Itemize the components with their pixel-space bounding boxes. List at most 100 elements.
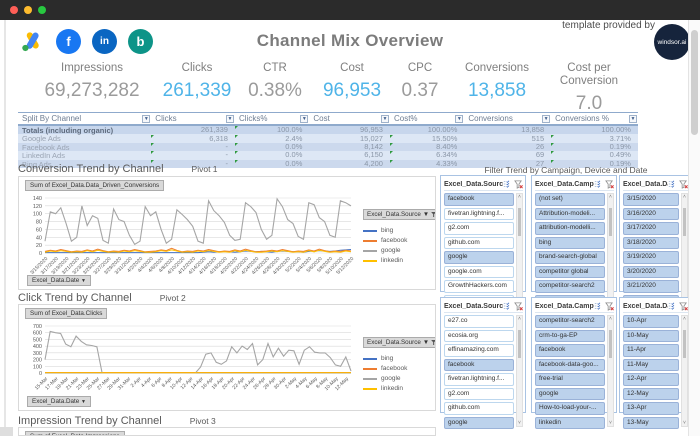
measure-field-button[interactable]: Sum of Excel_Data.Data_Driven_Conversion… — [25, 180, 165, 191]
slicer-item[interactable]: (not set) — [535, 193, 605, 206]
slicer-scroll-thumb[interactable] — [609, 330, 612, 358]
clear-filter-icon[interactable] — [605, 301, 614, 311]
clear-filter-icon[interactable] — [514, 179, 523, 189]
slicer-item[interactable]: 10-May — [623, 329, 679, 342]
slicer-scrollbar[interactable]: ˄˅ — [516, 315, 523, 427]
clear-filter-icon[interactable] — [514, 301, 523, 311]
slicer-item[interactable]: 3/18/2020 — [623, 236, 679, 249]
column-filter-dropdown-icon[interactable]: ▼ — [300, 114, 309, 123]
vertical-scrollbar[interactable] — [688, 20, 700, 436]
slicer-item[interactable]: 13-May — [623, 416, 679, 429]
slicer-item[interactable]: google.com — [444, 265, 514, 278]
column-filter-dropdown-icon[interactable]: ▼ — [142, 114, 151, 123]
slicer-item[interactable]: fivetran.lightning.f... — [444, 373, 514, 386]
slicer-item[interactable]: google — [535, 387, 605, 400]
slicer-item[interactable]: competitor global — [535, 265, 605, 278]
axis-field-button[interactable]: Excel_Data.Date ▼ — [27, 275, 91, 286]
slicer-item[interactable]: free-trial — [535, 373, 605, 386]
scroll-up-icon[interactable]: ˄ — [682, 316, 687, 322]
multi-select-icon[interactable] — [668, 302, 676, 310]
vertical-scrollbar-thumb[interactable] — [691, 30, 698, 135]
column-header[interactable]: Conversions % ▼ — [551, 113, 638, 124]
multi-select-icon[interactable] — [668, 180, 676, 188]
scroll-up-icon[interactable]: ˄ — [608, 316, 613, 322]
slicer-item[interactable]: bing — [535, 236, 605, 249]
slicer-item[interactable]: competitor-search2 — [535, 280, 605, 293]
slicer-item[interactable]: e27.co — [444, 315, 514, 328]
column-header[interactable]: Cost% ▼ — [390, 113, 464, 124]
slicer-item[interactable]: Attribution-modeli... — [535, 207, 605, 220]
column-header-channel[interactable]: Split By Channel ▼ — [18, 113, 151, 124]
scroll-up-icon[interactable]: ˄ — [517, 194, 522, 200]
column-filter-dropdown-icon[interactable]: ▼ — [628, 114, 637, 123]
slicer-item[interactable]: crm-to-ga-EP — [535, 329, 605, 342]
slicer-item[interactable]: 3/21/2020 — [623, 280, 679, 293]
slicer-item[interactable]: github.com — [444, 236, 514, 249]
slicer-item[interactable]: 10-Apr — [623, 315, 679, 328]
column-filter-dropdown-icon[interactable]: ▼ — [380, 114, 389, 123]
slicer-scrollbar[interactable]: ˄˅ — [607, 193, 614, 305]
slicer-item[interactable]: github.com — [444, 402, 514, 415]
legend-field-button[interactable]: Excel_Data.Source ▼ — [363, 337, 435, 348]
slicer-item[interactable]: competitor-search2 — [535, 315, 605, 328]
column-header[interactable]: Clicks ▼ — [151, 113, 235, 124]
scroll-down-icon[interactable]: ˅ — [682, 420, 687, 426]
slicer-item[interactable]: fivetran.lightning.f... — [444, 207, 514, 220]
slicer-item[interactable]: How-to-load-your-... — [535, 402, 605, 415]
column-filter-dropdown-icon[interactable]: ▼ — [455, 114, 464, 123]
column-filter-dropdown-icon[interactable]: ▼ — [542, 114, 551, 123]
slicer-item[interactable]: google — [444, 416, 514, 429]
scroll-up-icon[interactable]: ˄ — [517, 316, 522, 322]
clear-filter-icon[interactable] — [605, 179, 614, 189]
slicer-item[interactable]: 11-May — [623, 358, 679, 371]
slicer-item[interactable]: facebook — [444, 358, 514, 371]
slicer-item[interactable]: GrowthHackers.com — [444, 280, 514, 293]
axis-field-button[interactable]: Excel_Data.Date ▼ — [27, 396, 91, 407]
clear-filter-icon[interactable] — [679, 301, 688, 311]
slicer-item[interactable]: facebook — [535, 344, 605, 357]
slicer-item[interactable]: g2.com — [444, 387, 514, 400]
multi-select-icon[interactable] — [594, 302, 602, 310]
slicer-scrollbar[interactable]: ˄˅ — [681, 315, 688, 427]
scroll-down-icon[interactable]: ˅ — [517, 420, 522, 426]
windsor-logo[interactable]: windsor.ai — [654, 24, 690, 60]
slicer-item[interactable]: brand-search-global — [535, 251, 605, 264]
slicer-item[interactable]: attribution-modelli... — [535, 222, 605, 235]
slicer-item[interactable]: facebook-data-goo... — [535, 358, 605, 371]
scroll-down-icon[interactable]: ˅ — [608, 420, 613, 426]
slicer-item[interactable]: 12-May — [623, 387, 679, 400]
column-header[interactable]: Cost ▼ — [309, 113, 390, 124]
slicer-item[interactable]: ecosia.org — [444, 329, 514, 342]
column-header[interactable]: Conversions ▼ — [464, 113, 551, 124]
column-filter-dropdown-icon[interactable]: ▼ — [225, 114, 234, 123]
scroll-up-icon[interactable]: ˄ — [608, 194, 613, 200]
close-window-button[interactable] — [10, 6, 18, 14]
slicer-item[interactable]: facebook — [444, 193, 514, 206]
slicer-item[interactable]: linkedin — [535, 416, 605, 429]
maximize-window-button[interactable] — [38, 6, 46, 14]
slicer-scroll-thumb[interactable] — [683, 330, 686, 358]
multi-select-icon[interactable] — [594, 180, 602, 188]
slicer-item[interactable]: effinamazing.com — [444, 344, 514, 357]
slicer-scrollbar[interactable]: ˄˅ — [681, 193, 688, 305]
slicer-scrollbar[interactable]: ˄˅ — [516, 193, 523, 305]
slicer-item[interactable]: 3/19/2020 — [623, 251, 679, 264]
slicer-item[interactable]: 11-Apr — [623, 344, 679, 357]
measure-field-button[interactable]: Sum of Excel_Data.Clicks — [25, 308, 108, 319]
slicer-item[interactable]: 3/15/2020 — [623, 193, 679, 206]
slicer-scroll-thumb[interactable] — [609, 208, 612, 236]
measure-field-button[interactable]: Sum of Excel_Data.Impressions — [25, 431, 125, 435]
slicer-scroll-thumb[interactable] — [683, 208, 686, 236]
minimize-window-button[interactable] — [24, 6, 32, 14]
clear-filter-icon[interactable] — [679, 179, 688, 189]
scroll-up-icon[interactable]: ˄ — [682, 194, 687, 200]
slicer-scrollbar[interactable]: ˄˅ — [607, 315, 614, 427]
slicer-item[interactable]: 13-Apr — [623, 402, 679, 415]
slicer-scroll-thumb[interactable] — [518, 208, 521, 236]
column-header[interactable]: Clicks% ▼ — [235, 113, 309, 124]
slicer-item[interactable]: 3/16/2020 — [623, 207, 679, 220]
slicer-item[interactable]: 3/17/2020 — [623, 222, 679, 235]
slicer-item[interactable]: 12-Apr — [623, 373, 679, 386]
slicer-item[interactable]: g2.com — [444, 222, 514, 235]
slicer-scroll-thumb[interactable] — [518, 330, 521, 358]
